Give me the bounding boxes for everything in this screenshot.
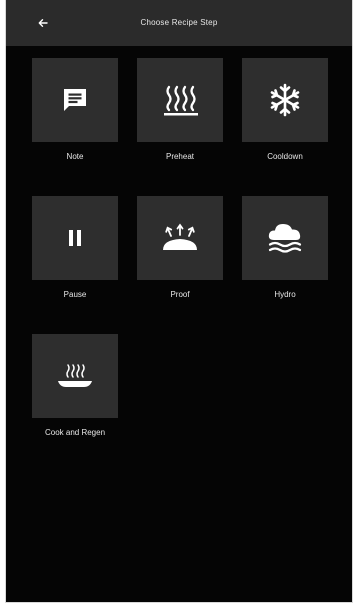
pause-icon (69, 230, 81, 246)
step-note[interactable]: Note (19, 58, 131, 162)
step-tile[interactable] (242, 196, 328, 280)
step-tile[interactable] (242, 58, 328, 142)
snowflake-icon (270, 83, 300, 117)
top-bar: Choose Recipe Step (6, 0, 352, 46)
step-label: Cooldown (267, 152, 303, 161)
step-cooldown[interactable]: Cooldown (229, 58, 341, 162)
step-tile[interactable] (32, 58, 118, 142)
step-proof[interactable]: Proof (124, 196, 236, 300)
cook-regen-plate-icon (58, 364, 92, 387)
step-cook-and-regen[interactable]: Cook and Regen (19, 334, 131, 438)
heat-waves-icon (164, 85, 198, 116)
step-label: Cook and Regen (44, 428, 106, 437)
step-tile[interactable] (137, 196, 223, 280)
app-window: Choose Recipe Step Note Preheat Cooldown… (5, 0, 353, 603)
steam-cloud-icon (268, 224, 302, 253)
step-label: Note (66, 152, 84, 161)
step-label: Pause (63, 290, 87, 299)
page-title: Choose Recipe Step (140, 18, 218, 27)
step-label: Hydro (274, 290, 296, 299)
note-icon (64, 89, 86, 111)
step-tile[interactable] (32, 196, 118, 280)
step-label: Preheat (165, 152, 195, 161)
step-pause[interactable]: Pause (19, 196, 131, 300)
step-tile[interactable] (137, 58, 223, 142)
proof-bread-icon (163, 223, 197, 250)
step-hydro[interactable]: Hydro (229, 196, 341, 300)
step-label: Proof (170, 290, 190, 299)
step-tile[interactable] (32, 334, 118, 418)
step-preheat[interactable]: Preheat (124, 58, 236, 162)
